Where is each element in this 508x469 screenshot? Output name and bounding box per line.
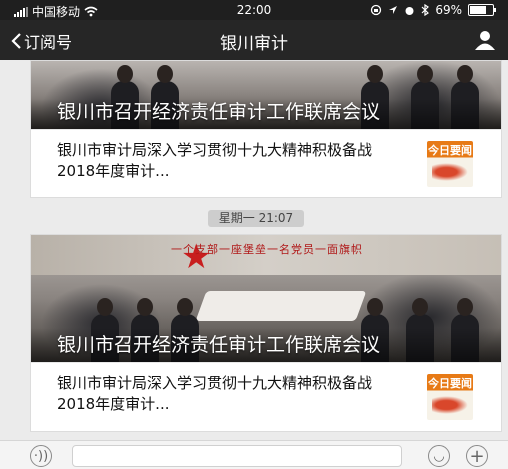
battery-percent: 69% xyxy=(435,3,462,17)
article-card[interactable]: ★ 一个支部一座堡垒一名党员一面旗帜 银川市召开经济责任审计工作联席会议 银川市… xyxy=(30,234,502,432)
page-title: 银川审计 xyxy=(220,34,288,54)
nav-bar: 订阅号 银川审计 xyxy=(0,20,508,60)
banner-slogan: 一个支部一座堡垒一名党员一面旗帜 xyxy=(171,243,363,256)
sub-article-item[interactable]: 银川市审计局深入学习贯彻十九大精神积极备战2018年度审计... 今日要闻 xyxy=(31,362,501,431)
voice-icon: ·)) xyxy=(33,449,49,464)
back-label: 订阅号 xyxy=(24,33,73,52)
sub-article-thumbnail: 今日要闻 xyxy=(427,141,473,187)
thumbnail-text: 今日要闻 xyxy=(428,377,472,390)
article-title: 银川市召开经济责任审计工作联席会议 xyxy=(31,328,501,362)
world-map-icon xyxy=(432,163,468,181)
lock-rotation-icon xyxy=(371,4,382,16)
emoji-button[interactable]: ◡ xyxy=(428,445,450,467)
person-icon[interactable] xyxy=(474,29,496,51)
voice-button[interactable]: ·)) xyxy=(30,445,52,467)
alarm-icon xyxy=(405,6,414,15)
input-bar: ·)) ◡ + xyxy=(0,440,508,469)
article-card[interactable]: 银川市召开经济责任审计工作联席会议 银川市审计局深入学习贯彻十九大精神积极备战2… xyxy=(30,60,502,198)
article-title: 银川市召开经济责任审计工作联席会议 xyxy=(31,99,501,129)
cover-wall-banner: ★ 一个支部一座堡垒一名党员一面旗帜 xyxy=(31,235,501,277)
plus-button[interactable]: + xyxy=(466,445,488,467)
emoji-icon: ◡ xyxy=(433,449,445,464)
location-icon xyxy=(389,6,398,14)
bluetooth-icon xyxy=(421,4,430,16)
message-timestamp: 星期一 21:07 xyxy=(208,210,304,227)
thumbnail-text: 今日要闻 xyxy=(428,144,472,157)
status-right: 69% xyxy=(370,3,496,17)
plus-icon: + xyxy=(469,446,485,467)
back-button[interactable]: 订阅号 xyxy=(10,29,72,53)
status-bar: 中国移动 22:00 69% xyxy=(0,0,508,20)
sub-article-item[interactable]: 银川市审计局深入学习贯彻十九大精神积极备战2018年度审计... 今日要闻 xyxy=(31,129,501,198)
sub-article-thumbnail: 今日要闻 xyxy=(427,374,473,420)
battery-icon xyxy=(468,4,496,16)
world-map-icon xyxy=(432,396,468,414)
article-cover[interactable]: 银川市召开经济责任审计工作联席会议 xyxy=(31,61,501,129)
message-input[interactable] xyxy=(72,445,402,467)
article-cover[interactable]: ★ 一个支部一座堡垒一名党员一面旗帜 银川市召开经济责任审计工作联席会议 xyxy=(31,235,501,362)
sub-article-title: 银川市审计局深入学习贯彻十九大精神积极备战2018年度审计... xyxy=(57,374,373,413)
sub-article-title: 银川市审计局深入学习贯彻十九大精神积极备战2018年度审计... xyxy=(57,141,373,180)
chevron-left-icon xyxy=(11,33,21,49)
